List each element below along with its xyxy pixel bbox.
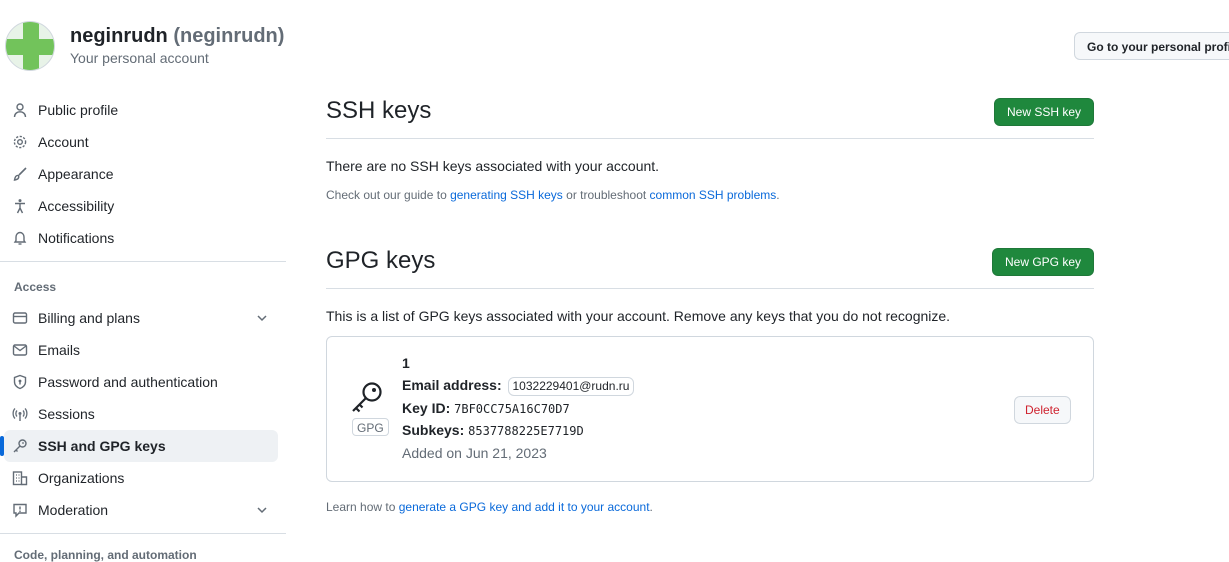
learn-suffix: . [649,500,653,514]
ssh-heading-divider [326,138,1094,139]
sidebar-item-label: Account [38,134,89,150]
organization-icon [12,471,28,486]
sidebar-item-accessibility[interactable]: Accessibility [4,190,278,222]
ssh-guide-suffix: . [776,188,780,202]
bell-icon [13,231,27,245]
sidebar-item-label: Notifications [38,230,115,246]
key-icon [352,382,382,413]
person-icon [13,103,27,118]
sidebar-item-label: Sessions [38,406,95,422]
sidebar-item-moderation[interactable]: Moderation [4,494,278,526]
sidebar-item-ssh-gpg-keys[interactable]: SSH and GPG keys [0,430,278,462]
sidebar-item-label: Organizations [38,470,125,486]
email-badge: 1032229401@rudn.ru [507,377,635,396]
avatar[interactable] [5,21,55,71]
generating-ssh-keys-link[interactable]: generating SSH keys [450,188,563,202]
sidebar-item-account[interactable]: Account [4,126,278,158]
sidebar-group-code: Code, planning, and automation [14,548,197,562]
account-name: neginrudn (neginrudn) [70,25,284,48]
gpg-subkeys-row: Subkeys: 8537788225E7719D [402,422,584,438]
sidebar-item-emails[interactable]: Emails [4,334,278,366]
key-icon [13,439,27,453]
sidebar-divider [0,533,286,534]
new-gpg-key-button[interactable]: New GPG key [992,248,1095,276]
sidebar-divider [0,261,286,262]
chevron-down-icon[interactable] [254,502,270,518]
gpg-keyid-row: Key ID: 7BF0CC75A16C70D7 [402,400,570,416]
generate-gpg-key-link[interactable]: generate a GPG key and add it to your ac… [399,500,650,514]
credit-card-icon [12,312,28,324]
sidebar-item-password-authentication[interactable]: Password and authentication [4,366,278,398]
sidebar-item-label: Accessibility [38,198,115,214]
sidebar-item-label: Password and authentication [38,374,218,390]
account-subtitle: Your personal account [70,50,209,66]
ssh-keys-heading: SSH keys [326,97,432,124]
login-name: (neginrudn) [173,25,285,47]
subkeys-value: 8537788225E7719D [468,424,584,438]
ssh-guide-text: Check out our guide to generating SSH ke… [326,188,780,202]
report-icon [13,503,27,518]
gpg-heading-divider [326,288,1094,289]
paintbrush-icon [13,167,27,181]
ssh-guide-prefix: Check out our guide to [326,188,451,202]
sidebar-item-label: Emails [38,342,81,358]
subkeys-label: Subkeys: [402,422,465,438]
gpg-keys-heading: GPG keys [326,247,436,274]
key-id-label: Key ID: [402,400,451,416]
sidebar-item-notifications[interactable]: Notifications [4,222,278,254]
shield-lock-icon [13,374,27,390]
gpg-email-row: Email address: 1032229401@rudn.ru [402,377,635,396]
new-ssh-key-button[interactable]: New SSH key [994,98,1095,126]
go-to-profile-button[interactable]: Go to your personal profile [1074,32,1229,60]
sidebar-item-organizations[interactable]: Organizations [4,462,278,494]
accessibility-icon [15,199,25,214]
learn-prefix: Learn how to [326,500,399,514]
email-label: Email address: [402,377,502,393]
sidebar-group-access: Access [14,280,57,294]
display-name: neginrudn [70,25,168,47]
active-indicator [0,436,4,456]
gpg-learn-text: Learn how to generate a GPG key and add … [326,500,653,514]
delete-gpg-key-button[interactable]: Delete [1014,396,1071,424]
gpg-intro-text: This is a list of GPG keys associated wi… [326,308,951,324]
broadcast-icon [12,408,28,421]
ssh-guide-middle: or troubleshoot [562,188,650,202]
gpg-added-date: Added on Jun 21, 2023 [402,445,547,461]
chevron-down-icon[interactable] [254,310,270,326]
sidebar-item-appearance[interactable]: Appearance [4,158,278,190]
common-ssh-problems-link[interactable]: common SSH problems [650,188,777,202]
sidebar-item-public-profile[interactable]: Public profile [4,94,278,126]
gpg-badge: GPG [352,418,389,436]
sidebar-item-label: Public profile [38,102,119,118]
key-id-value: 7BF0CC75A16C70D7 [454,402,570,416]
sidebar-item-label: Moderation [38,502,109,518]
sidebar-item-sessions[interactable]: Sessions [4,398,278,430]
mail-icon [12,344,28,356]
gpg-key-name: 1 [402,355,410,371]
sidebar-item-label: Appearance [38,166,114,182]
sidebar-item-label: Billing and plans [38,310,140,326]
gear-icon [13,135,27,149]
ssh-empty-text: There are no SSH keys associated with yo… [326,158,660,174]
sidebar-item-billing[interactable]: Billing and plans [4,302,278,334]
sidebar-item-label: SSH and GPG keys [38,438,166,454]
